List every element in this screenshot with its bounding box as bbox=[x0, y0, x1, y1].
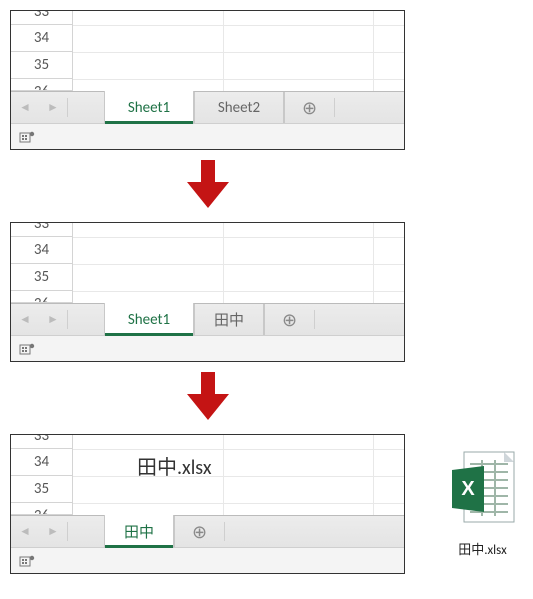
cell-content[interactable]: 田中.xlsx bbox=[137, 451, 212, 480]
spreadsheet-grid[interactable]: 33 34 35 36 田中.xlsx bbox=[11, 435, 404, 515]
macro-record-icon[interactable] bbox=[19, 554, 35, 568]
macro-record-icon[interactable] bbox=[19, 342, 35, 356]
spreadsheet-grid[interactable]: 33 34 35 36 bbox=[11, 223, 404, 303]
row-header[interactable]: 36 bbox=[11, 503, 72, 515]
macro-record-icon[interactable] bbox=[19, 130, 35, 144]
sheet-tab-strip: ◄ ► Sheet1 Sheet2 ⊕ bbox=[11, 91, 404, 123]
sheet-tab[interactable]: 田中 bbox=[104, 515, 174, 548]
row-header[interactable]: 33 bbox=[11, 435, 72, 449]
row-header[interactable]: 36 bbox=[11, 79, 72, 91]
file-name-label: 田中.xlsx bbox=[435, 539, 530, 558]
row-header[interactable]: 35 bbox=[11, 476, 72, 503]
tab-nav-prev[interactable]: ◄ bbox=[11, 92, 39, 123]
sheet-tab[interactable]: Sheet1 bbox=[104, 303, 194, 336]
status-bar bbox=[11, 547, 404, 573]
excel-window-state-3: 33 34 35 36 田中.xlsx ◄ ► 田中 ⊕ bbox=[10, 434, 405, 574]
add-sheet-button[interactable]: ⊕ bbox=[264, 304, 314, 335]
cells-area[interactable] bbox=[73, 223, 404, 303]
excel-file-icon[interactable]: X 田中.xlsx bbox=[435, 450, 530, 558]
sheet-tab[interactable]: Sheet2 bbox=[194, 92, 284, 123]
sheet-tab[interactable]: Sheet1 bbox=[104, 91, 194, 124]
tab-nav-next[interactable]: ► bbox=[39, 92, 67, 123]
add-sheet-button[interactable]: ⊕ bbox=[284, 92, 334, 123]
row-headers: 33 34 35 36 bbox=[11, 11, 73, 91]
sheet-tab-strip: ◄ ► Sheet1 田中 ⊕ bbox=[11, 303, 404, 335]
row-header[interactable]: 35 bbox=[11, 52, 72, 79]
row-header[interactable]: 34 bbox=[11, 237, 72, 264]
status-bar bbox=[11, 123, 404, 149]
tab-nav-prev[interactable]: ◄ bbox=[11, 304, 39, 335]
sheet-tab[interactable]: 田中 bbox=[194, 304, 264, 335]
row-header[interactable]: 34 bbox=[11, 25, 72, 52]
flow-arrow-icon bbox=[10, 362, 405, 434]
add-sheet-button[interactable]: ⊕ bbox=[174, 516, 224, 547]
row-header[interactable]: 34 bbox=[11, 449, 72, 476]
cells-area[interactable] bbox=[73, 11, 404, 91]
excel-window-state-2: 33 34 35 36 ◄ ► Sheet1 田中 ⊕ bbox=[10, 222, 405, 362]
row-header[interactable]: 33 bbox=[11, 223, 72, 237]
svg-text:X: X bbox=[461, 478, 475, 500]
tab-nav-next[interactable]: ► bbox=[39, 304, 67, 335]
tab-nav-next[interactable]: ► bbox=[39, 516, 67, 547]
excel-window-state-1: 33 34 35 36 ◄ ► Sheet1 Sheet2 ⊕ bbox=[10, 10, 405, 150]
row-header[interactable]: 33 bbox=[11, 11, 72, 25]
flow-arrow-icon bbox=[10, 150, 405, 222]
row-headers: 33 34 35 36 bbox=[11, 223, 73, 303]
xlsx-file-icon: X bbox=[448, 450, 518, 528]
tab-nav-prev[interactable]: ◄ bbox=[11, 516, 39, 547]
row-header[interactable]: 35 bbox=[11, 264, 72, 291]
sheet-tab-strip: ◄ ► 田中 ⊕ bbox=[11, 515, 404, 547]
cells-area[interactable]: 田中.xlsx bbox=[73, 435, 404, 515]
status-bar bbox=[11, 335, 404, 361]
spreadsheet-grid[interactable]: 33 34 35 36 bbox=[11, 11, 404, 91]
row-header[interactable]: 36 bbox=[11, 291, 72, 303]
row-headers: 33 34 35 36 bbox=[11, 435, 73, 515]
